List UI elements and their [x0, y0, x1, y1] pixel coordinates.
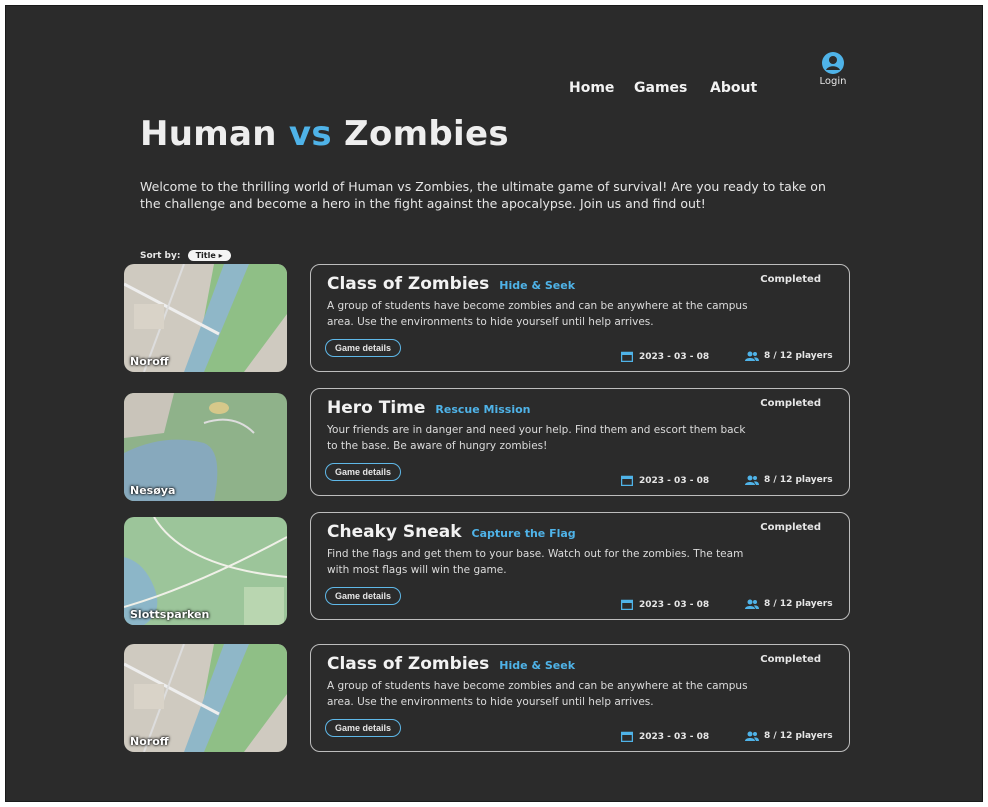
users-icon: [745, 351, 759, 361]
intro-text: Welcome to the thrilling world of Human …: [140, 179, 826, 211]
game-genre: Hide & Seek: [499, 659, 576, 672]
game-genre: Hide & Seek: [499, 279, 576, 292]
player-count: 8 / 12 players: [745, 475, 833, 485]
game-title: Hero Time Rescue Mission: [327, 398, 531, 418]
game-map-thumbnail[interactable]: Noroff: [124, 644, 287, 752]
status-badge: Completed: [760, 522, 821, 533]
nav-games-link[interactable]: Games: [634, 80, 687, 96]
game-description: Your friends are in danger and need your…: [327, 424, 746, 452]
status-badge: Completed: [760, 654, 821, 665]
sort-label: Sort by:: [140, 251, 181, 261]
location-label: Nesøya: [130, 484, 176, 497]
game-details-button[interactable]: Game details: [325, 587, 402, 605]
status-badge: Completed: [760, 274, 821, 285]
player-count: 8 / 12 players: [745, 351, 833, 361]
user-icon: [822, 52, 844, 74]
game-date: 2023 - 03 - 08: [621, 475, 709, 486]
game-date: 2023 - 03 - 08: [621, 599, 709, 610]
game-description: A group of students have become zombies …: [327, 680, 748, 708]
calendar-icon: [621, 599, 633, 610]
game-map-thumbnail[interactable]: Nesøya: [124, 393, 287, 501]
sort-dropdown[interactable]: Title ▸: [187, 250, 231, 261]
nav-home-link[interactable]: Home: [569, 80, 614, 96]
game-card: Class of Zombies Hide & Seek Completed A …: [310, 644, 850, 752]
game-details-button[interactable]: Game details: [325, 339, 402, 357]
app-frame: Home Games About Login Human vs Zombies …: [5, 5, 983, 802]
game-genre: Capture the Flag: [471, 527, 576, 540]
game-description: Find the flags and get them to your base…: [327, 548, 744, 576]
title-vs: vs: [288, 114, 332, 154]
game-title: Cheaky Sneak Capture the Flag: [327, 522, 576, 542]
game-title: Class of Zombies Hide & Seek: [327, 654, 576, 674]
game-description: A group of students have become zombies …: [327, 300, 748, 328]
game-date: 2023 - 03 - 08: [621, 731, 709, 742]
login-label: Login: [819, 76, 847, 87]
page-title: Human vs Zombies: [140, 114, 509, 154]
location-label: Noroff: [130, 735, 169, 748]
game-date: 2023 - 03 - 08: [621, 351, 709, 362]
player-count: 8 / 12 players: [745, 599, 833, 609]
sort-control: Sort by: Title ▸: [140, 250, 231, 261]
nav-about-link[interactable]: About: [710, 80, 757, 96]
game-title: Class of Zombies Hide & Seek: [327, 274, 576, 294]
location-label: Noroff: [130, 355, 169, 368]
calendar-icon: [621, 475, 633, 486]
login-button[interactable]: Login: [813, 52, 853, 87]
users-icon: [745, 599, 759, 609]
game-card: Cheaky Sneak Capture the Flag Completed F…: [310, 512, 850, 620]
game-details-button[interactable]: Game details: [325, 719, 402, 737]
game-genre: Rescue Mission: [435, 403, 531, 416]
game-map-thumbnail[interactable]: Noroff: [124, 264, 287, 372]
users-icon: [745, 731, 759, 741]
player-count: 8 / 12 players: [745, 731, 833, 741]
game-details-button[interactable]: Game details: [325, 463, 402, 481]
game-card: Hero Time Rescue Mission Completed Your f…: [310, 388, 850, 496]
status-badge: Completed: [760, 398, 821, 409]
calendar-icon: [621, 731, 633, 742]
location-label: Slottsparken: [130, 608, 210, 621]
users-icon: [745, 475, 759, 485]
game-map-thumbnail[interactable]: Slottsparken: [124, 517, 287, 625]
game-card: Class of Zombies Hide & Seek Completed A …: [310, 264, 850, 372]
calendar-icon: [621, 351, 633, 362]
caret-right-icon: ▸: [218, 251, 223, 260]
